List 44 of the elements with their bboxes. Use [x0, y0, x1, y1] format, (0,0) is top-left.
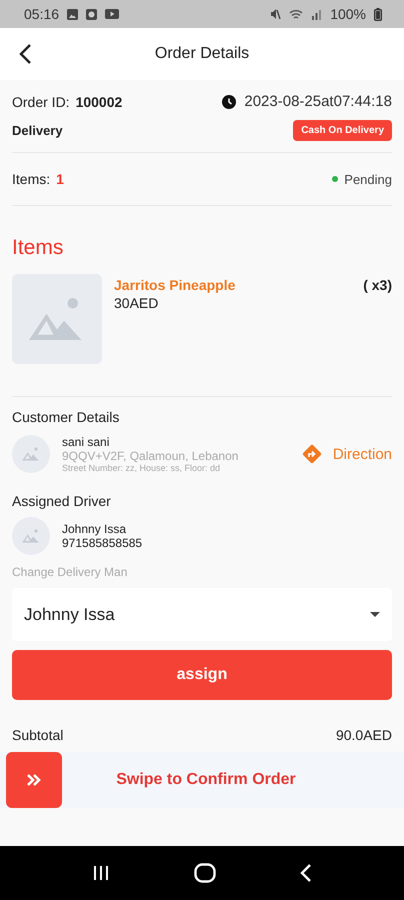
order-id-label: Order ID:: [12, 94, 70, 110]
recent-apps-icon: [92, 865, 110, 881]
section-heading: Items: [12, 236, 64, 260]
home-icon: [194, 863, 216, 883]
mute-icon: [269, 8, 282, 20]
customer-address: 9QQV+V2F, Qalamoun, Lebanon: [62, 449, 238, 463]
swipe-label: Swipe to Confirm Order: [116, 771, 296, 788]
product-quantity: ( x3): [363, 277, 392, 293]
section-label: Assigned Driver: [12, 493, 112, 509]
driver-phone: 971585858585: [62, 536, 142, 550]
address-details: Street Number: zz, House: ss, Floor: dd: [62, 463, 222, 473]
driver-name: Johnny Issa: [62, 522, 128, 536]
section-label: Customer Details: [12, 409, 120, 425]
summary-label: Subtotal: [12, 727, 64, 743]
battery-percentage: 100%: [330, 6, 366, 22]
dropdown-label: Change Delivery Man: [12, 565, 128, 579]
status-dot-icon: [332, 176, 338, 182]
payment-method-badge: Cash On Delivery: [293, 120, 392, 141]
driver-dropdown[interactable]: Johnny Issa: [12, 588, 392, 641]
double-chevron-icon: [26, 773, 42, 787]
direction-button[interactable]: Direction: [300, 443, 392, 465]
chat-icon: [86, 8, 98, 20]
order-id: 100002: [76, 94, 122, 110]
order-type: Delivery: [12, 123, 63, 138]
signal-icon: [311, 8, 322, 20]
video-icon: [105, 9, 120, 19]
gallery-icon: [67, 8, 78, 20]
swipe-handle[interactable]: [6, 752, 62, 808]
product-price: 30AED: [114, 295, 160, 311]
order-status: Pending: [344, 172, 392, 186]
summary-value: 90.0AED: [336, 727, 392, 743]
order-datetime: 2023-08-25at07:44:18: [244, 93, 392, 110]
battery-icon: [374, 8, 382, 20]
items-count: 1: [56, 171, 64, 187]
assign-button[interactable]: assign: [12, 650, 392, 700]
dropdown-caret-icon: [370, 612, 380, 618]
clock-time: 05:16: [24, 6, 60, 22]
page-title: Order Details: [154, 45, 250, 62]
product-name: Jarritos Pineapple: [114, 277, 236, 293]
wifi-icon: [289, 8, 304, 20]
clock-icon: [222, 94, 236, 108]
back-icon: [300, 864, 312, 882]
customer-name: sani sani: [62, 435, 110, 449]
items-count-label: Items:: [12, 171, 50, 187]
